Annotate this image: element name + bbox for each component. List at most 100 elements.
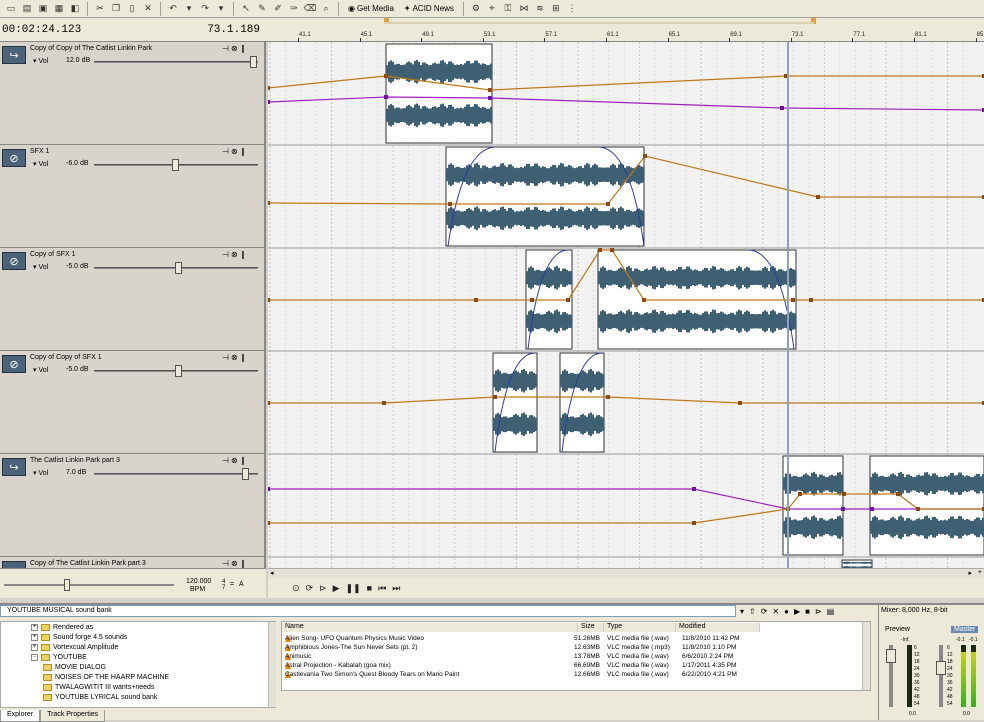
file-list-scrollbar[interactable] [862, 622, 870, 690]
delete-file-icon[interactable]: ✕ [772, 607, 779, 616]
tree-expander-icon[interactable]: + [31, 634, 38, 641]
explorer-tab[interactable]: Explorer [0, 710, 41, 722]
track-area[interactable] [268, 42, 984, 568]
new-file-icon[interactable]: ▭ [4, 2, 18, 16]
volume-slider-thumb[interactable] [175, 262, 183, 274]
snap-icon[interactable]: ⌖ [485, 2, 499, 16]
preview-fader-thumb[interactable] [886, 649, 896, 663]
copy-icon[interactable]: ❐ [109, 2, 123, 16]
time-signature[interactable]: 47 [222, 579, 225, 591]
oneshot-track-icon[interactable]: ⊘ [2, 355, 26, 373]
envelope-tool-icon[interactable]: ✑ [287, 2, 301, 16]
col-header-type[interactable]: Type [604, 623, 676, 632]
track-name[interactable]: Copy of Copy of The Catlist Linkin Park [30, 45, 152, 52]
volume-label[interactable]: ▾ Vol [33, 160, 48, 168]
audio-event[interactable] [841, 559, 873, 568]
record-icon[interactable]: ⊙ [292, 583, 300, 594]
track-name[interactable]: Copy of SFX 1 [30, 251, 76, 258]
audio-event[interactable] [385, 43, 493, 144]
audio-event[interactable] [782, 455, 844, 556]
track-name[interactable]: SFX 1 [30, 148, 49, 155]
timeline-canvas[interactable] [268, 42, 984, 568]
tree-item[interactable]: + Sound forge 4.5 sounds [31, 634, 127, 641]
track-header[interactable]: ↪ Copy of Copy of The Catlist Linkin Par… [0, 42, 264, 145]
preview-stop-icon[interactable]: ■ [805, 607, 810, 616]
undo-dropdown-icon[interactable]: ▾ [182, 2, 196, 16]
tree-item[interactable]: NOISES OF THE HAARP MACHINE [43, 674, 169, 681]
volume-slider[interactable] [94, 473, 258, 475]
track-fx-icon[interactable]: ⊣ [222, 559, 231, 568]
tree-item[interactable]: + Vortexcual Amplitude [31, 644, 118, 651]
loop-track-icon[interactable]: ↪ [2, 458, 26, 476]
delete-icon[interactable]: ✕ [141, 2, 155, 16]
solo-icon[interactable]: ❙ [240, 147, 249, 156]
tree-expander-icon[interactable]: + [31, 644, 38, 651]
track-fx-icon[interactable]: ⊣ [222, 147, 231, 156]
tree-item[interactable]: MOVIE DIALOG [43, 664, 106, 671]
explorer-tab[interactable]: Track Properties [40, 710, 106, 722]
track-name[interactable]: Copy of The Catlist Linkin Park part 3 [30, 560, 146, 567]
up-folder-icon[interactable]: ⇧ [749, 607, 756, 616]
volume-label[interactable]: ▾ Vol [33, 469, 48, 477]
track-name[interactable]: Copy of Copy of SFX 1 [30, 354, 102, 361]
audio-event[interactable] [559, 352, 605, 453]
tree-item[interactable]: TWALAGWITIT III wants+needs [43, 684, 154, 691]
stop-icon[interactable]: ■ [367, 583, 372, 593]
file-row[interactable]: Castlevania Two Simon's Quest Bloody Tea… [282, 671, 862, 680]
properties-icon[interactable]: ⚙ [469, 2, 483, 16]
tree-item[interactable]: YOUTUBE LYRICAL sound bank [43, 694, 157, 701]
rate-slider-track[interactable] [4, 584, 174, 586]
folder-tree-scrollbar[interactable] [268, 622, 276, 707]
volume-slider-thumb[interactable] [250, 56, 257, 68]
pause-icon[interactable]: ❚❚ [346, 583, 361, 594]
track-header[interactable]: ⊘ Copy of SFX 1 ⊣⊗❙ ▾ Vol -5.0 dB [0, 248, 264, 351]
track-header[interactable]: ↪ Copy of The Catlist Linkin Park part 3… [0, 557, 264, 568]
oneshot-track-icon[interactable]: ⊘ [2, 149, 26, 167]
auto-crossfade-icon[interactable]: ⋈ [517, 2, 531, 16]
tree-expander-icon[interactable]: + [31, 624, 38, 631]
loop-track-icon[interactable]: ↪ [2, 46, 26, 64]
solo-icon[interactable]: ❙ [240, 353, 249, 362]
volume-label[interactable]: ▾ Vol [33, 263, 48, 271]
preview-play-icon[interactable]: ▶ [794, 607, 800, 616]
tree-item[interactable]: - YOUTUBE [31, 654, 87, 661]
mute-icon[interactable]: ⊗ [231, 353, 240, 362]
erase-tool-icon[interactable]: ⌫ [303, 2, 317, 16]
loop-region-bar[interactable] [384, 22, 814, 24]
go-to-end-icon[interactable]: ⏭ [392, 583, 400, 594]
solo-icon[interactable]: ❙ [240, 456, 249, 465]
redo-dropdown-icon[interactable]: ▾ [214, 2, 228, 16]
solo-icon[interactable]: ❙ [240, 559, 249, 568]
views-icon[interactable]: ▤ [827, 607, 835, 616]
track-header[interactable]: ↪ The Catlist Linkin Park part 3 ⊣⊗❙ ▾ Vo… [0, 454, 264, 557]
preview-record-icon[interactable]: ● [784, 607, 789, 616]
file-row[interactable]: Animusic 13.78MB VLC media file (.wav) 6… [282, 653, 862, 662]
paint-tool-icon[interactable]: ✐ [271, 2, 285, 16]
tree-expander-icon[interactable]: - [31, 654, 38, 661]
col-header-name[interactable]: Name [282, 623, 578, 632]
render-icon[interactable]: ◧ [68, 2, 82, 16]
volume-slider[interactable] [94, 61, 258, 63]
open-folder-icon[interactable]: ▤ [20, 2, 34, 16]
track-fx-icon[interactable]: ⊣ [222, 250, 231, 259]
timeline-ruler[interactable]: 41.1 45.1 49.1 53.1 57.1 61.1 65.1 69.1 73.1 77.1… [266, 18, 984, 42]
mute-icon[interactable]: ⊗ [231, 147, 240, 156]
track-header[interactable]: ⊘ SFX 1 ⊣⊗❙ ▾ Vol -6.0 dB [0, 145, 264, 248]
redo-icon[interactable]: ↷ [198, 2, 212, 16]
mute-icon[interactable]: ⊗ [231, 44, 240, 53]
file-list[interactable]: Name Size Type Modified Alien Song- UFO … [281, 621, 871, 691]
cut-icon[interactable]: ✂ [93, 2, 107, 16]
track-header[interactable]: ⊘ Copy of Copy of SFX 1 ⊣⊗❙ ▾ Vol -5.0 dB [0, 351, 264, 454]
dropdown-icon[interactable]: ▾ [740, 607, 744, 616]
undo-icon[interactable]: ↶ [166, 2, 180, 16]
play-icon[interactable]: ▶ [333, 583, 340, 594]
volume-label[interactable]: ▾ Vol [33, 366, 48, 374]
play-from-start-icon[interactable]: ⊳ [319, 583, 327, 594]
explorer-path-field[interactable]: YOUTUBE MUSICAL sound bank [0, 605, 736, 617]
zoom-tool-icon[interactable]: ⌕ [319, 2, 333, 16]
track-fx-icon[interactable]: ⊣ [222, 456, 231, 465]
horizontal-scrollbar[interactable]: ◂ ▸ + [268, 568, 984, 578]
paste-icon[interactable]: ▯ [125, 2, 139, 16]
track-name[interactable]: The Catlist Linkin Park part 3 [30, 457, 120, 464]
mute-icon[interactable]: ⊗ [231, 456, 240, 465]
